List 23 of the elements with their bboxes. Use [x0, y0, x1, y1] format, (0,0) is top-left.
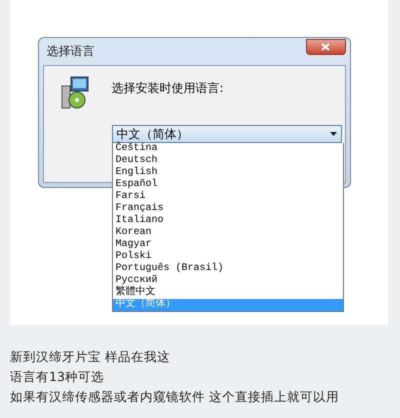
language-option[interactable]: Farsi [112, 191, 342, 203]
language-option[interactable]: Korean [112, 227, 342, 239]
language-option[interactable]: Magyar [112, 239, 342, 251]
language-option[interactable]: Português (Brasil) [112, 263, 342, 275]
window-title: 选择语言 [46, 43, 94, 60]
close-button[interactable] [306, 38, 346, 54]
caption-line: 语言有13种可选 [10, 368, 105, 386]
language-option[interactable]: Deutsch [112, 155, 342, 167]
caret-icon [330, 132, 336, 136]
language-option[interactable]: English [112, 167, 342, 179]
language-option[interactable]: 繁體中文 [112, 287, 342, 299]
language-option[interactable]: Italiano [112, 215, 342, 227]
language-option[interactable]: Čeština [112, 143, 342, 155]
close-icon [321, 42, 330, 50]
caption-line: 如果有汉缔传感器或者内窥镜软件 这个直接插上就可以用 [10, 388, 340, 406]
language-option[interactable]: Polski [112, 251, 342, 263]
language-option[interactable]: Français [112, 203, 342, 215]
language-option[interactable]: Русский [112, 275, 342, 287]
language-option[interactable]: Español [112, 179, 342, 191]
caption-line: 新到汉缔牙片宝 样品在我这 [10, 348, 171, 366]
language-dropdown[interactable]: 中文（简体） [112, 125, 342, 143]
prompt-label: 选择安装时使用语言: [112, 80, 225, 97]
installer-icon [60, 76, 90, 110]
